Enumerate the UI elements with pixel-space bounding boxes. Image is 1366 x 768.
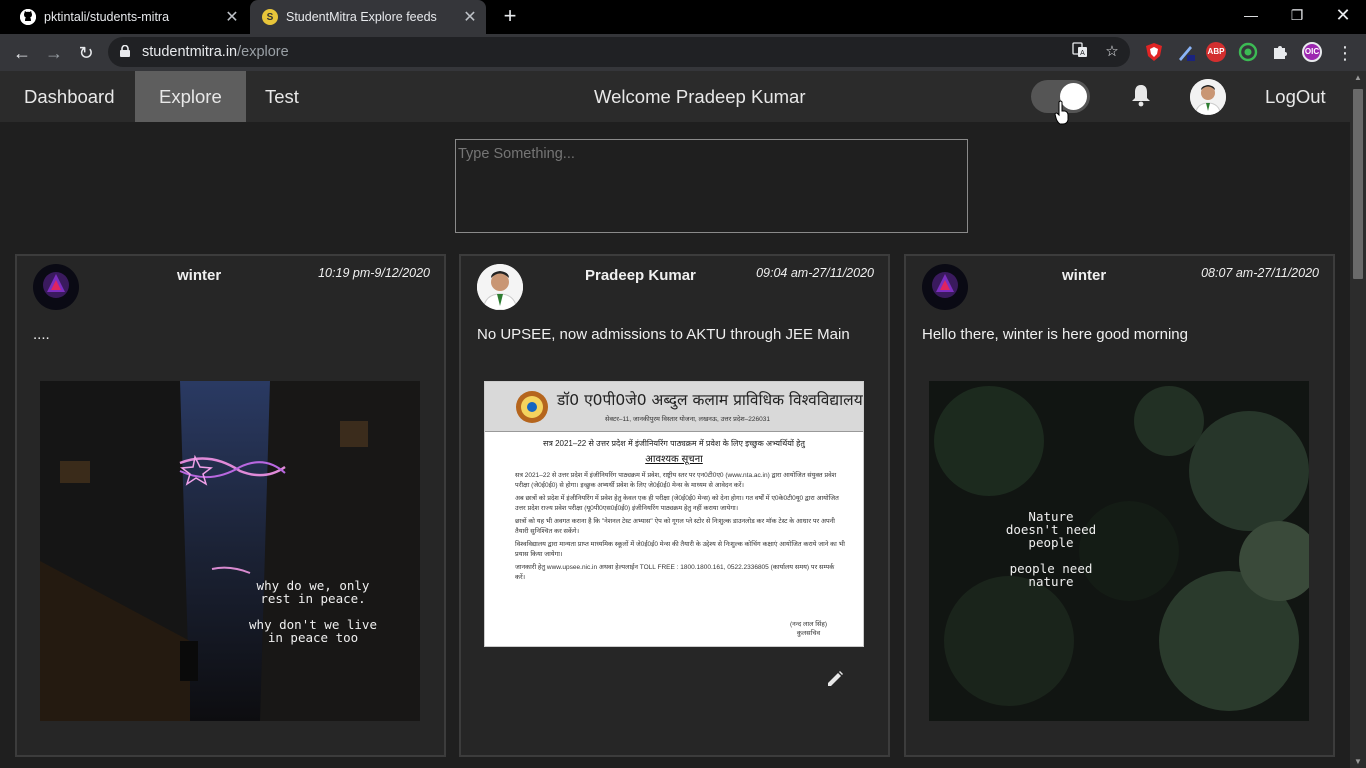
- address-bar[interactable]: studentmitra.in/explore A ☆: [108, 37, 1130, 67]
- image-caption-line: in peace too: [268, 630, 358, 645]
- browser-menu-icon[interactable]: ⋮: [1332, 40, 1358, 66]
- bell-icon[interactable]: [1130, 83, 1152, 107]
- author-avatar[interactable]: [477, 264, 523, 310]
- scroll-down-arrow-icon[interactable]: ▼: [1353, 757, 1363, 766]
- tab-title: StudentMitra Explore feeds: [286, 10, 437, 24]
- post-author[interactable]: winter: [1062, 267, 1106, 284]
- brave-shield-icon[interactable]: [1144, 42, 1164, 62]
- notice-bullet: विश्वविद्यालय द्वारा मान्यता प्राप्त माध…: [515, 541, 845, 558]
- author-avatar[interactable]: [922, 264, 968, 310]
- edit-pencil-icon[interactable]: [825, 669, 845, 689]
- github-icon: [20, 9, 36, 25]
- nav-test[interactable]: Test: [241, 71, 323, 122]
- lock-icon: [120, 45, 130, 57]
- restore-window-button[interactable]: ❐: [1274, 0, 1320, 32]
- post-author[interactable]: Pradeep Kumar: [585, 267, 696, 284]
- close-window-button[interactable]: ✕: [1320, 0, 1366, 32]
- scroll-up-arrow-icon[interactable]: ▲: [1353, 73, 1363, 82]
- notice-signature: (नन्द लाल सिंह) कुलसचिव: [790, 620, 827, 638]
- mouse-pointer-hand-icon: [1054, 100, 1069, 125]
- bookmark-star-icon[interactable]: ☆: [1102, 42, 1122, 62]
- adblock-plus-icon[interactable]: ABP: [1206, 42, 1226, 62]
- post-image[interactable]: Nature doesn't need people people need n…: [929, 381, 1309, 721]
- puzzle-extensions-icon[interactable]: [1270, 42, 1290, 62]
- browser-toolbar: ← → ↻ studentmitra.in/explore A ☆ ABP OI…: [0, 34, 1366, 71]
- back-arrow-icon[interactable]: ←: [9, 40, 35, 66]
- post-timestamp: 10:19 pm-9/12/2020: [318, 266, 430, 280]
- post-author[interactable]: winter: [177, 267, 221, 284]
- notice-header: डॉ0 ए0पी0जे0 अब्दुल कलाम प्राविधिक विश्व…: [485, 382, 863, 432]
- post-image[interactable]: डॉ0 ए0पी0जे0 अब्दुल कलाम प्राविधिक विश्व…: [484, 381, 864, 647]
- browser-tab-github[interactable]: pktintali/students-mitra ✕: [8, 0, 248, 34]
- tab-title: pktintali/students-mitra: [44, 10, 170, 24]
- post-card: Pradeep Kumar 09:04 am-27/11/2020 No UPS…: [459, 254, 890, 757]
- close-tab-icon[interactable]: ✕: [460, 7, 480, 27]
- notice-title: आवश्यक सूचना: [645, 454, 703, 465]
- post-timestamp: 08:07 am-27/11/2020: [1201, 266, 1319, 280]
- post-card: winter 10:19 pm-9/12/2020 .... why do we…: [15, 254, 446, 757]
- logout-link[interactable]: LogOut: [1265, 71, 1326, 122]
- close-tab-icon[interactable]: ✕: [222, 7, 242, 27]
- image-caption-line: nature: [1028, 574, 1073, 589]
- signature-name: (नन्द लाल सिंह): [789, 621, 827, 628]
- notice-body: सत्र 2021–22 से उत्तर प्रदेश में इंजीनिय…: [485, 465, 863, 583]
- minimize-window-button[interactable]: —: [1228, 0, 1274, 32]
- forward-arrow-icon[interactable]: →: [41, 40, 67, 66]
- post-timestamp: 09:04 am-27/11/2020: [756, 266, 874, 280]
- notice-bullet: अब छात्रों को प्रदेश में इंजीनियरिंग में…: [515, 495, 839, 512]
- svg-text:A: A: [1080, 50, 1085, 57]
- notice-subheading: सेक्टर–11, जानकीपुरम विस्तार योजना, लखनऊ…: [605, 416, 770, 423]
- profile-extension-icon[interactable]: OIC: [1302, 42, 1322, 62]
- post-text: No UPSEE, now admissions to AKTU through…: [477, 326, 850, 343]
- browser-tab-studentmitra[interactable]: S StudentMitra Explore feeds ✕: [250, 0, 486, 34]
- studentmitra-favicon: S: [262, 9, 278, 25]
- pen-extension-icon[interactable]: [1176, 42, 1196, 62]
- notice-heading: डॉ0 ए0पी0जे0 अब्दुल कलाम प्राविधिक विश्व…: [557, 391, 863, 409]
- translate-icon[interactable]: A: [1070, 42, 1090, 62]
- app-navbar: Dashboard Explore Test Welcome Pradeep K…: [0, 71, 1350, 122]
- image-caption-line: rest in peace.: [260, 591, 365, 606]
- notice-bullet: छात्रों को यह भी अवगत कराना है कि "नेशनल…: [515, 518, 835, 535]
- notice-intro: सत्र 2021–22 से उत्तर प्रदेश में इंजीनिय…: [543, 439, 805, 448]
- post-composer-textarea[interactable]: [455, 139, 968, 233]
- nav-explore[interactable]: Explore: [135, 71, 246, 122]
- post-image[interactable]: why do we, only rest in peace. why don't…: [40, 381, 420, 721]
- notice-bullet: जानकारी हेतु www.upsee.nic.in अथवा हेल्प…: [515, 564, 835, 581]
- signature-title: कुलसचिव: [796, 630, 821, 637]
- url-text: studentmitra.in/explore: [142, 44, 289, 60]
- page-scrollbar[interactable]: ▲ ▼: [1350, 71, 1366, 768]
- browser-tab-strip: pktintali/students-mitra ✕ S StudentMitr…: [0, 0, 1366, 34]
- university-seal-icon: [516, 391, 548, 423]
- scrollbar-thumb[interactable]: [1353, 89, 1363, 279]
- notice-bullet: सत्र 2021–22 से उत्तर प्रदेश में इंजीनिय…: [515, 472, 837, 489]
- author-avatar[interactable]: [33, 264, 79, 310]
- new-tab-button[interactable]: +: [498, 4, 522, 28]
- post-text: ....: [33, 326, 50, 343]
- nav-dashboard[interactable]: Dashboard: [0, 71, 139, 122]
- url-path: /explore: [237, 44, 289, 60]
- post-text: Hello there, winter is here good morning: [922, 326, 1188, 343]
- welcome-message: Welcome Pradeep Kumar: [594, 86, 806, 107]
- reload-icon[interactable]: ↻: [73, 40, 99, 66]
- user-avatar[interactable]: [1190, 79, 1226, 115]
- image-caption-line: people: [1028, 535, 1073, 550]
- url-domain: studentmitra.in: [142, 44, 238, 60]
- explore-feed: winter 10:19 pm-9/12/2020 .... why do we…: [0, 122, 1350, 768]
- circle-extension-icon[interactable]: [1238, 42, 1258, 62]
- post-card: winter 08:07 am-27/11/2020 Hello there, …: [904, 254, 1335, 757]
